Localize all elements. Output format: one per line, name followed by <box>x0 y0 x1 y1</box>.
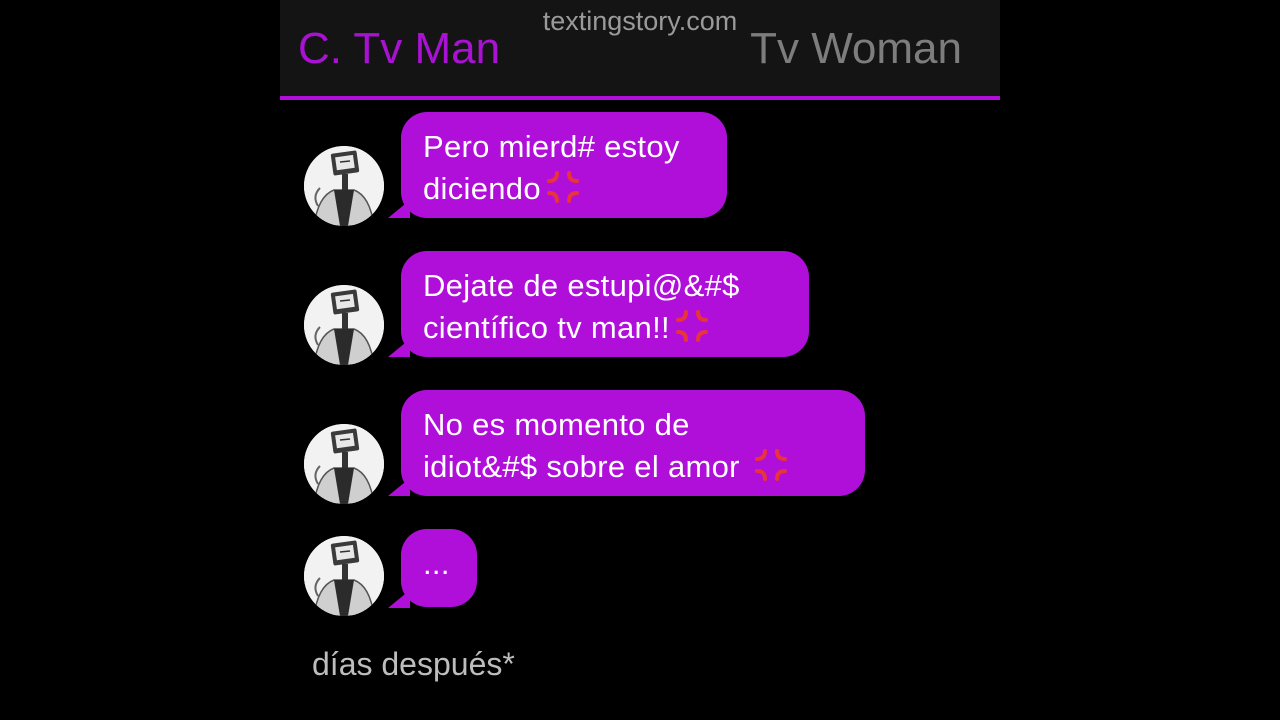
message-text-line2: idiot&#$ sobre el amor <box>423 449 749 484</box>
message-text-line2: diciendo <box>423 171 541 206</box>
message-text-line1: ... <box>423 546 450 581</box>
avatar[interactable] <box>304 536 384 616</box>
message-text-line1: No es momento de <box>423 407 690 442</box>
contact-name-left[interactable]: C. Tv Man <box>298 24 500 74</box>
chat-header: textingstory.com C. Tv Man Tv Woman <box>280 0 1000 96</box>
message-bubble[interactable]: No es momento de idiot&#$ sobre el amor <box>401 390 865 496</box>
header-divider <box>280 96 1000 100</box>
avatar[interactable] <box>304 146 384 226</box>
anger-symbol-icon <box>545 169 581 205</box>
message-text-line1: Pero mierd# estoy <box>423 129 680 164</box>
message-bubble[interactable]: ... <box>401 529 477 607</box>
anger-symbol-icon <box>753 447 789 483</box>
avatar[interactable] <box>304 285 384 365</box>
avatar[interactable] <box>304 424 384 504</box>
chat-screen: textingstory.com C. Tv Man Tv Woman Pero… <box>280 0 1000 720</box>
message-text-line2: científico tv man!! <box>423 310 670 345</box>
message-bubble[interactable]: Dejate de estupi@&#$ científico tv man!! <box>401 251 809 357</box>
anger-symbol-icon <box>674 308 710 344</box>
message-bubble[interactable]: Pero mierd# estoy diciendo <box>401 112 727 218</box>
contact-name-right[interactable]: Tv Woman <box>750 24 962 74</box>
scene-caption: días después* <box>312 646 515 682</box>
message-text-line1: Dejate de estupi@&#$ <box>423 268 740 303</box>
